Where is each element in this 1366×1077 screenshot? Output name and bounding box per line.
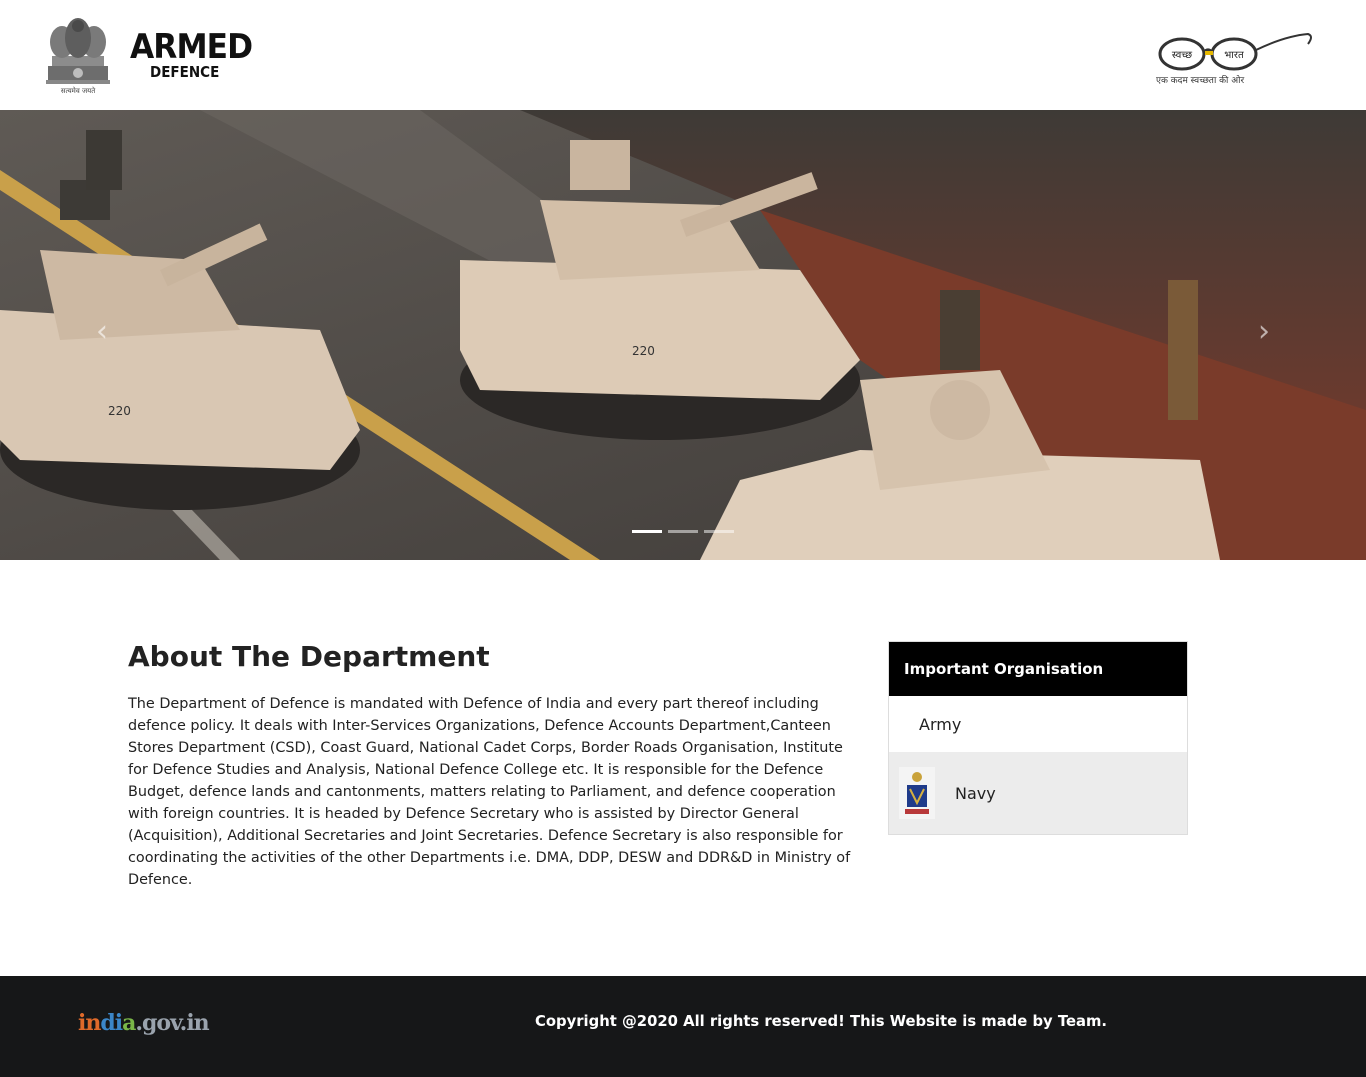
navy-crest-icon <box>899 767 935 819</box>
swachh-left-text: स्वच्छ <box>1172 50 1192 61</box>
about-section: About The Department The Department of D… <box>128 640 853 891</box>
organisation-item-army[interactable]: Army <box>889 696 1187 752</box>
organisation-panel: Important Organisation Army Navy <box>888 641 1188 835</box>
carousel-indicators <box>632 530 734 533</box>
national-emblem-logo[interactable]: सत्यमेव जयते <box>38 14 118 96</box>
brand-subtitle: DEFENCE <box>150 63 220 81</box>
india-gov-logo-part: .gov.in <box>135 1010 209 1036</box>
india-gov-logo-part: di <box>100 1010 123 1036</box>
about-title: About The Department <box>128 640 490 673</box>
swachh-bharat-logo[interactable]: स्वच्छ भारत एक कदम स्वच्छता की ओर <box>1150 26 1315 90</box>
tank-center-number: 220 <box>632 344 655 358</box>
carousel-next-button[interactable]: › <box>1252 312 1276 352</box>
organisation-item-label: Navy <box>955 783 996 803</box>
organisation-item-label: Army <box>919 714 962 734</box>
india-gov-logo[interactable]: india.gov.in <box>78 1010 210 1036</box>
chevron-right-icon: › <box>1258 314 1270 349</box>
about-text: The Department of Defence is mandated wi… <box>128 696 851 888</box>
parade-tanks-image: 220 220 <box>0 110 1366 560</box>
organisation-panel-title: Important Organisation <box>889 642 1187 696</box>
india-gov-logo-part: a <box>122 1010 136 1036</box>
brand[interactable]: ARMED DEFENCE <box>130 30 263 80</box>
copyright-text: Copyright @2020 All rights reserved! Thi… <box>535 1013 1108 1030</box>
brand-title: ARMED <box>130 27 253 67</box>
emblem-caption: सत्यमेव जयते <box>61 86 96 95</box>
carousel-indicator-3[interactable] <box>704 530 734 533</box>
site-header: सत्यमेव जयते ARMED DEFENCE स्वच्छ भारत ए… <box>0 0 1366 110</box>
carousel-indicator-2[interactable] <box>668 530 698 533</box>
india-gov-logo-part: in <box>78 1010 101 1036</box>
carousel-prev-button[interactable]: ‹ <box>90 312 114 352</box>
swachh-tagline: एक कदम स्वच्छता की ओर <box>1156 74 1244 86</box>
chevron-left-icon: ‹ <box>96 314 108 349</box>
hero-carousel: 220 220 ‹ › <box>0 110 1366 560</box>
carousel-indicator-1[interactable] <box>632 530 662 533</box>
organisation-item-navy[interactable]: Navy <box>889 752 1187 834</box>
swachh-right-text: भारत <box>1224 50 1244 61</box>
tank-left-number: 220 <box>108 404 131 418</box>
